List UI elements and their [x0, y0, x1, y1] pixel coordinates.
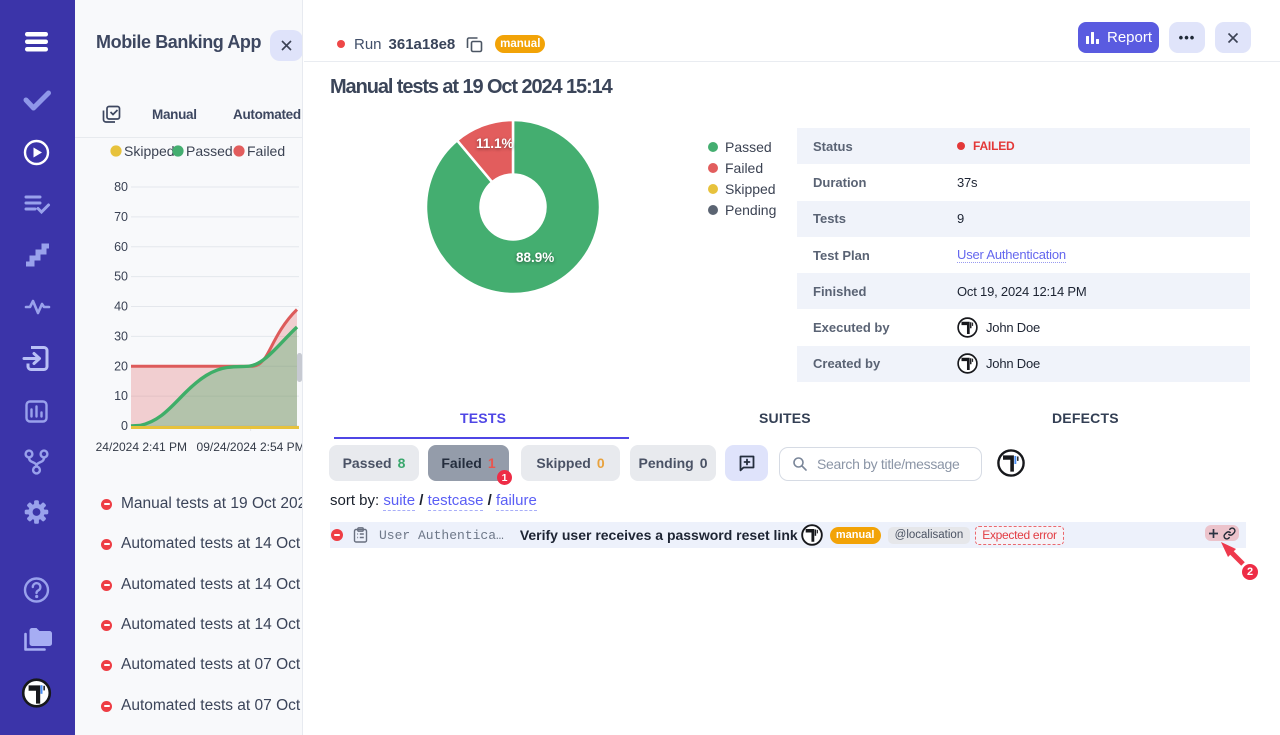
svg-text:40: 40: [114, 300, 128, 314]
svg-text:70: 70: [114, 210, 128, 224]
svg-text:20: 20: [114, 359, 128, 373]
svg-text:Skipped: Skipped: [124, 143, 175, 159]
svg-text:50: 50: [114, 270, 128, 284]
svg-text:Failed: Failed: [247, 143, 285, 159]
svg-text:0: 0: [121, 419, 128, 433]
svg-text:10: 10: [114, 389, 128, 403]
svg-text:80: 80: [114, 180, 128, 194]
svg-text:Passed: Passed: [186, 143, 233, 159]
svg-text:30: 30: [114, 329, 128, 343]
svg-text:09/24/2024 2:54 PM: 09/24/2024 2:54 PM: [197, 440, 303, 454]
svg-text:60: 60: [114, 240, 128, 254]
